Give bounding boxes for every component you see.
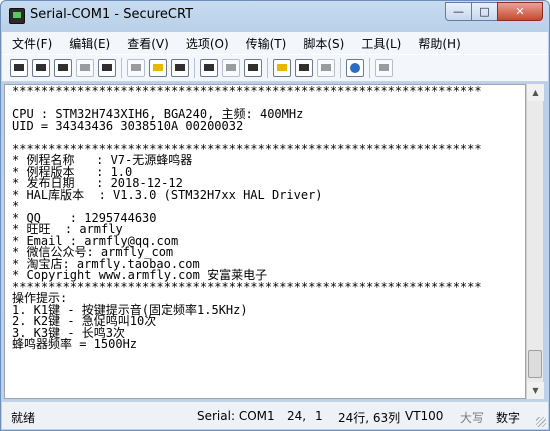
toolbar-separator <box>121 58 122 78</box>
toolbar-separator <box>267 58 268 78</box>
status-rows-cols: 24行, 63列 <box>338 411 401 425</box>
scroll-thumb[interactable] <box>528 350 542 378</box>
menu-options[interactable]: 选项(O) <box>186 35 229 52</box>
status-bar: 就绪 Serial: COM1 24, 1 24行, 63列 VT100 大写 … <box>2 401 548 429</box>
menu-transfer[interactable]: 传输(T) <box>246 35 287 52</box>
terminal-line: ****************************************… <box>12 279 482 294</box>
reconnect-icon[interactable] <box>76 59 94 77</box>
menu-edit[interactable]: 编辑(E) <box>69 35 110 52</box>
menu-view[interactable]: 查看(V) <box>127 35 169 52</box>
disconnect-icon[interactable] <box>98 59 116 77</box>
sftp-icon[interactable] <box>375 59 393 77</box>
copy-icon[interactable] <box>127 59 145 77</box>
vertical-scrollbar[interactable]: ▲ ▼ <box>526 84 544 399</box>
menu-help[interactable]: 帮助(H) <box>418 35 460 52</box>
status-cursor-col: 1 <box>315 409 323 423</box>
connect-tab-icon[interactable] <box>54 59 72 77</box>
terminal-output[interactable]: ****************************************… <box>4 84 526 399</box>
status-port: Serial: COM1 <box>197 409 275 423</box>
print-selection-icon[interactable] <box>222 59 240 77</box>
terminal-line: ****************************************… <box>12 84 482 98</box>
terminal-text: ****************************************… <box>12 84 482 351</box>
global-options-icon[interactable] <box>295 59 313 77</box>
title-bar[interactable]: Serial-COM1 - SecureCRT — □ ✕ <box>1 1 549 31</box>
window-title: Serial-COM1 - SecureCRT <box>30 7 194 22</box>
resize-grip[interactable] <box>536 417 546 427</box>
session-options-icon[interactable] <box>273 59 291 77</box>
print-icon[interactable] <box>244 59 262 77</box>
menu-script[interactable]: 脚本(S) <box>303 35 344 52</box>
status-cursor-row: 24, <box>287 409 307 423</box>
terminal-line: * HAL库版本 : V1.3.0 (STM32H7xx HAL Driver) <box>12 187 323 202</box>
toolbar-separator <box>369 58 370 78</box>
status-caps-lock: 大写 <box>460 411 485 425</box>
connect-icon[interactable] <box>10 59 28 77</box>
paste-icon[interactable] <box>149 59 167 77</box>
maximize-button[interactable]: □ <box>471 2 498 21</box>
toolbar-separator <box>340 58 341 78</box>
menu-file[interactable]: 文件(F) <box>12 35 52 52</box>
toolbar-separator <box>194 58 195 78</box>
keymap-icon[interactable] <box>317 59 335 77</box>
toolbar <box>2 54 548 82</box>
status-num-lock: 数字 <box>496 411 521 425</box>
print-setup-icon[interactable] <box>200 59 218 77</box>
close-button[interactable]: ✕ <box>497 2 543 21</box>
scroll-up-icon[interactable]: ▲ <box>527 84 544 101</box>
find-icon[interactable] <box>171 59 189 77</box>
menu-tools[interactable]: 工具(L) <box>361 35 401 52</box>
securecrt-window: Serial-COM1 - SecureCRT — □ ✕ 文件(F) 编辑(E… <box>0 0 550 431</box>
status-ready: 就绪 <box>11 411 36 425</box>
minimize-button[interactable]: — <box>445 2 472 21</box>
quick-connect-icon[interactable] <box>32 59 50 77</box>
status-terminal-type: VT100 <box>405 409 444 423</box>
help-icon[interactable] <box>346 59 364 77</box>
scroll-down-icon[interactable]: ▼ <box>527 382 544 399</box>
menu-bar: 文件(F) 编辑(E) 查看(V) 选项(O) 传输(T) 脚本(S) 工具(L… <box>2 32 548 54</box>
app-icon <box>9 8 25 24</box>
terminal-line: 蜂鸣器频率 = 1500Hz <box>12 337 138 351</box>
terminal-line: UID = 34343436 3038510A 00200032 <box>12 118 244 133</box>
